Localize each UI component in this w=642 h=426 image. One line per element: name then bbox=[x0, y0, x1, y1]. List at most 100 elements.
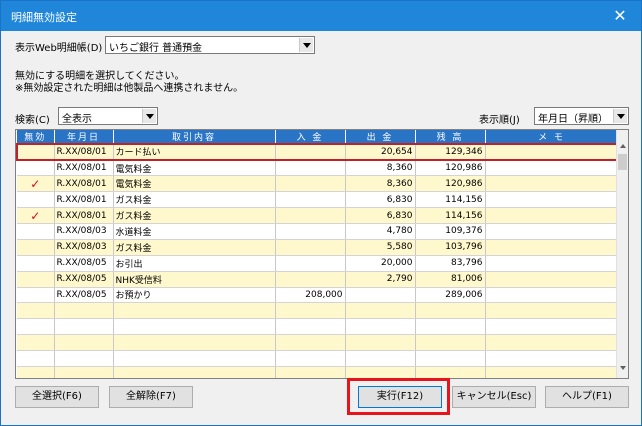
note-text: ※無効設定された明細は他製品へ連携されません。 bbox=[15, 83, 244, 94]
search-select-value: 全表示 bbox=[62, 114, 92, 125]
account-select-value: いちご銀行 普通預金 bbox=[109, 43, 203, 54]
table-row[interactable]: R.XX/08/03 水道料金 4,780 109,376 bbox=[17, 223, 619, 240]
cell-description bbox=[113, 366, 276, 378]
cell-memo bbox=[485, 334, 619, 352]
cell-description: お預かり bbox=[113, 287, 276, 304]
scroll-thumb[interactable] bbox=[618, 154, 627, 170]
vertical-scrollbar[interactable] bbox=[616, 130, 628, 378]
cell-balance: 114,156 bbox=[415, 191, 486, 209]
search-select[interactable]: 全表示 bbox=[58, 107, 158, 125]
column-header-date[interactable]: 年月日 bbox=[54, 130, 114, 144]
cell-invalid[interactable]: ✓ bbox=[17, 175, 55, 193]
cell-description: ガス料金 bbox=[113, 207, 276, 224]
cell-memo bbox=[485, 287, 619, 304]
chevron-down-icon[interactable] bbox=[613, 109, 627, 123]
table-row[interactable]: ✓ R.XX/08/01 電気料金 8,360 120,986 bbox=[17, 175, 619, 193]
cell-withdrawal: 2,790 bbox=[345, 271, 416, 288]
cell-withdrawal: 20,000 bbox=[345, 255, 416, 272]
cancel-button[interactable]: キャンセル(Esc) bbox=[452, 386, 536, 408]
cell-invalid[interactable] bbox=[16, 143, 55, 161]
cell-invalid[interactable] bbox=[17, 191, 55, 209]
column-header-description[interactable]: 取引内容 bbox=[113, 130, 276, 144]
cell-description bbox=[113, 350, 276, 367]
cell-date: R.XX/08/05 bbox=[54, 287, 114, 304]
cell-balance: 289,006 bbox=[415, 287, 486, 304]
cell-invalid[interactable] bbox=[17, 287, 55, 304]
account-select[interactable]: いちご銀行 普通預金 bbox=[105, 36, 315, 54]
cell-date bbox=[54, 318, 114, 336]
account-label: 表示Web明細帳(D) bbox=[15, 43, 103, 54]
cell-deposit: 208,000 bbox=[275, 287, 346, 304]
column-header-balance[interactable]: 残 高 bbox=[415, 130, 486, 144]
cell-description: ガス料金 bbox=[113, 239, 276, 256]
sort-select[interactable]: 年月日（昇順） bbox=[534, 107, 629, 125]
cell-balance bbox=[415, 350, 486, 367]
table-row[interactable]: R.XX/08/05 お預かり 208,000 289,006 bbox=[17, 287, 619, 304]
table-row[interactable]: R.XX/08/05 お引出 20,000 83,796 bbox=[17, 255, 619, 272]
cell-withdrawal: 4,780 bbox=[345, 223, 416, 240]
cell-invalid[interactable] bbox=[17, 223, 55, 240]
cell-withdrawal: 6,830 bbox=[345, 207, 416, 224]
cell-invalid[interactable] bbox=[17, 350, 55, 367]
cell-balance: 114,156 bbox=[415, 207, 486, 224]
sort-label: 表示順(J) bbox=[479, 115, 520, 126]
cell-deposit bbox=[275, 175, 346, 193]
cell-memo bbox=[485, 175, 619, 193]
cell-invalid[interactable] bbox=[17, 334, 55, 352]
cell-deposit bbox=[275, 318, 346, 336]
cell-memo bbox=[485, 318, 619, 336]
chevron-down-icon[interactable] bbox=[142, 109, 156, 123]
cell-memo bbox=[485, 350, 619, 367]
cell-date: R.XX/08/01 bbox=[54, 175, 114, 193]
cell-deposit bbox=[275, 334, 346, 352]
chevron-down-icon[interactable] bbox=[299, 38, 313, 52]
cell-invalid[interactable] bbox=[17, 366, 55, 378]
column-header-invalid[interactable]: 無効 bbox=[17, 130, 55, 144]
close-icon[interactable]: ✕ bbox=[599, 1, 641, 31]
table-row[interactable]: R.XX/08/01 ガス料金 6,830 114,156 bbox=[17, 191, 619, 209]
cell-invalid[interactable] bbox=[17, 302, 55, 320]
table-row[interactable] bbox=[17, 350, 619, 367]
select-all-button[interactable]: 全選択(F6) bbox=[15, 386, 99, 408]
scroll-up-icon[interactable] bbox=[620, 144, 626, 148]
cell-date: R.XX/08/01 bbox=[54, 207, 114, 224]
cell-invalid[interactable] bbox=[17, 318, 55, 336]
cell-date bbox=[54, 334, 114, 352]
cell-date: R.XX/08/01 bbox=[54, 191, 114, 209]
table-row[interactable] bbox=[17, 334, 619, 352]
table-row[interactable]: R.XX/08/01 電気料金 8,360 120,986 bbox=[17, 159, 619, 177]
table-row[interactable]: ✓ R.XX/08/01 ガス料金 6,830 114,156 bbox=[17, 207, 619, 224]
cell-invalid[interactable] bbox=[17, 255, 55, 272]
cell-description bbox=[113, 318, 276, 336]
table-row[interactable] bbox=[17, 318, 619, 336]
table-row[interactable] bbox=[17, 366, 619, 378]
cell-balance: 109,376 bbox=[415, 223, 486, 240]
column-header-deposit[interactable]: 入 金 bbox=[275, 130, 346, 144]
cell-balance: 81,006 bbox=[415, 271, 486, 288]
scroll-down-icon[interactable] bbox=[620, 366, 626, 370]
table-row[interactable]: R.XX/08/05 NHK受信料 2,790 81,006 bbox=[17, 271, 619, 288]
help-button[interactable]: ヘルプ(F1) bbox=[545, 386, 629, 408]
clear-all-button[interactable]: 全解除(F7) bbox=[109, 386, 193, 408]
column-header-memo[interactable]: メ モ bbox=[485, 130, 619, 144]
window-title: 明細無効設定 bbox=[11, 11, 77, 24]
cell-withdrawal bbox=[345, 350, 416, 367]
table-row[interactable]: R.XX/08/03 ガス料金 5,580 103,796 bbox=[17, 239, 619, 256]
table-row[interactable] bbox=[17, 302, 619, 320]
cell-date bbox=[54, 366, 114, 378]
cell-deposit bbox=[275, 143, 346, 161]
cell-invalid[interactable] bbox=[17, 239, 55, 256]
cell-invalid[interactable]: ✓ bbox=[17, 207, 55, 224]
cell-deposit bbox=[275, 223, 346, 240]
cell-invalid[interactable] bbox=[17, 159, 55, 177]
cell-balance bbox=[415, 334, 486, 352]
title-bar: 明細無効設定 ✕ bbox=[1, 1, 641, 31]
cell-deposit bbox=[275, 366, 346, 378]
cell-description: ガス料金 bbox=[113, 191, 276, 209]
cell-deposit bbox=[275, 350, 346, 367]
cell-description bbox=[113, 334, 276, 352]
column-header-withdrawal[interactable]: 出 金 bbox=[345, 130, 416, 144]
cell-withdrawal: 6,830 bbox=[345, 191, 416, 209]
table-row[interactable]: R.XX/08/01 カード払い 20,654 129,346 bbox=[16, 143, 619, 161]
cell-invalid[interactable] bbox=[17, 271, 55, 288]
